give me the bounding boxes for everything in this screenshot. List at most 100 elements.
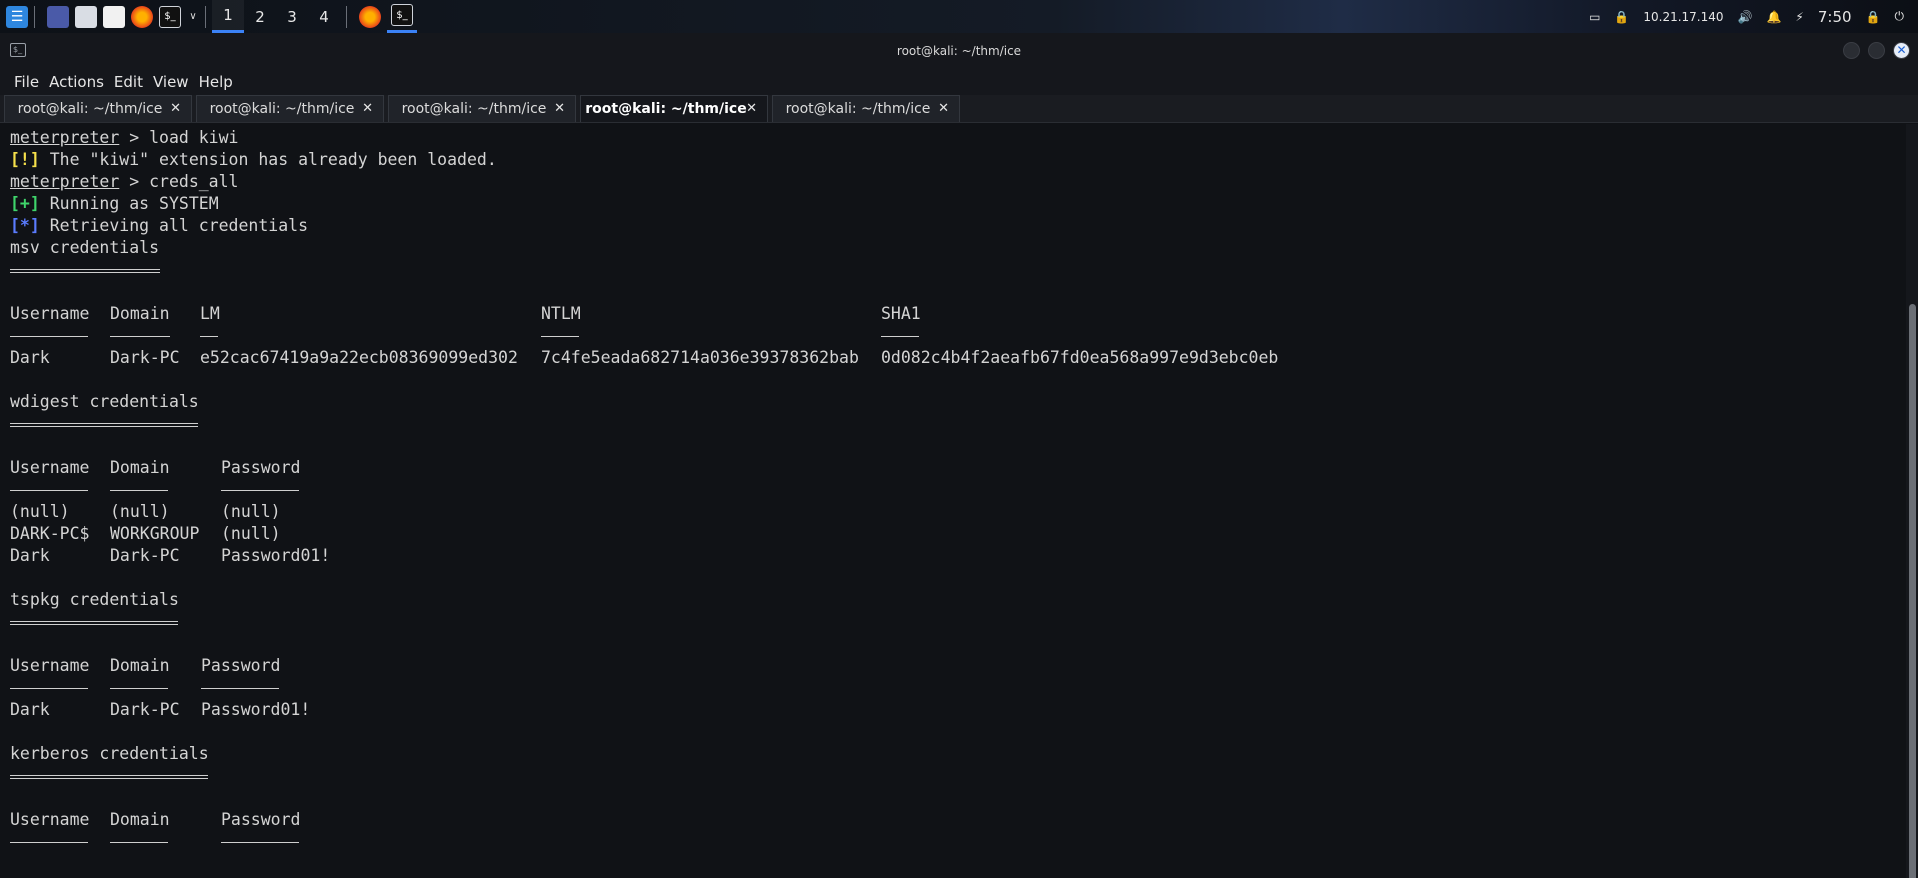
vpn-lock-icon[interactable]: 🔒 bbox=[1614, 10, 1629, 24]
window-title: root@kali: ~/thm/ice bbox=[896, 43, 1022, 58]
kali-menu-icon[interactable]: ☰ bbox=[6, 5, 28, 28]
tab-label: root@kali: ~/thm/ice bbox=[785, 101, 931, 117]
col-password: Password bbox=[201, 656, 281, 675]
minimize-button[interactable] bbox=[1843, 42, 1860, 59]
workspace-3[interactable]: 3 bbox=[276, 0, 308, 33]
menu-file[interactable]: File bbox=[0, 73, 49, 91]
col-lm: LM bbox=[200, 304, 220, 323]
maximize-button[interactable] bbox=[1868, 42, 1885, 59]
table-header-underline bbox=[10, 479, 1896, 501]
tab-bar: root@kali: ~/thm/ice ✕ root@kali: ~/thm/i… bbox=[0, 95, 1918, 123]
cell-username: Dark bbox=[10, 348, 50, 367]
cell-password: Password01! bbox=[221, 546, 331, 565]
table-header: Username Domain Password bbox=[10, 655, 1896, 677]
window-controls: ✕ bbox=[1843, 42, 1910, 59]
panel-separator bbox=[205, 5, 206, 28]
table-header: Username Domain Password bbox=[10, 809, 1896, 831]
ok-text: Running as SYSTEM bbox=[39, 194, 219, 213]
cell-domain: Dark-PC bbox=[110, 348, 180, 367]
cell-domain: (null) bbox=[110, 502, 170, 521]
window-terminal-icon[interactable]: $_ bbox=[10, 43, 26, 57]
section-title: wdigest credentials bbox=[10, 392, 199, 411]
warning-line: [!] The "kiwi" extension has already bee… bbox=[10, 149, 1896, 171]
tab-close-icon[interactable]: ✕ bbox=[746, 101, 757, 116]
text-editor-icon[interactable] bbox=[103, 5, 125, 28]
table-header: Username Domain LM NTLM SHA1 bbox=[10, 303, 1896, 325]
close-button[interactable]: ✕ bbox=[1893, 42, 1910, 59]
terminal-output[interactable]: meterpreter > load kiwi [!] The "kiwi" e… bbox=[0, 124, 1906, 878]
tab-close-icon[interactable]: ✕ bbox=[170, 101, 181, 116]
col-password: Password bbox=[221, 810, 301, 829]
tab-4-active[interactable]: root@kali: ~/thm/ice ✕ bbox=[580, 95, 768, 122]
tab-5[interactable]: root@kali: ~/thm/ice ✕ bbox=[772, 95, 960, 122]
table-row: Dark Dark-PC Password01! bbox=[10, 545, 1896, 567]
battery-icon[interactable]: ⚡ bbox=[1795, 10, 1803, 24]
notification-bell-icon[interactable]: 🔔 bbox=[1766, 10, 1781, 24]
firefox-task-icon[interactable] bbox=[359, 5, 381, 28]
warn-text: The "kiwi" extension has already been lo… bbox=[39, 150, 497, 169]
command: > creds_all bbox=[119, 172, 239, 191]
section-underline bbox=[10, 765, 1896, 787]
cell-password: (null) bbox=[221, 502, 281, 521]
terminal-task[interactable]: $_ bbox=[387, 0, 417, 33]
tab-close-icon[interactable]: ✕ bbox=[362, 101, 373, 116]
lock-screen-icon[interactable]: 🔒 bbox=[1866, 10, 1881, 24]
system-tray: ▭ 🔒 10.21.17.140 🔊 🔔 ⚡ 7:50 🔒 ⏻ bbox=[1589, 0, 1918, 33]
panel-separator bbox=[34, 5, 35, 28]
power-icon[interactable]: ⏻ bbox=[1895, 9, 1905, 24]
scrollbar-thumb[interactable] bbox=[1909, 304, 1916, 878]
menu-actions[interactable]: Actions bbox=[49, 73, 114, 91]
firefox-icon[interactable] bbox=[131, 5, 153, 28]
cell-username: (null) bbox=[10, 502, 70, 521]
display-icon[interactable]: ▭ bbox=[1589, 10, 1600, 24]
table-header-underline bbox=[10, 831, 1896, 853]
prompt: meterpreter bbox=[10, 128, 120, 147]
tab-2[interactable]: root@kali: ~/thm/ice ✕ bbox=[196, 95, 384, 122]
terminal-launcher-icon[interactable]: $_ bbox=[159, 5, 181, 28]
col-password: Password bbox=[221, 458, 301, 477]
top-panel: ☰ $_ ∨ 1 2 3 4 $_ ▭ 🔒 10.21.17.140 🔊 🔔 ⚡… bbox=[0, 0, 1918, 33]
cell-domain: Dark-PC bbox=[110, 546, 180, 565]
table-header-underline bbox=[10, 325, 1896, 347]
workspace-4[interactable]: 4 bbox=[308, 0, 340, 33]
info-text: Retrieving all credentials bbox=[39, 216, 309, 235]
window-titlebar[interactable]: $_ root@kali: ~/thm/ice ✕ bbox=[0, 33, 1918, 68]
file-manager-icon[interactable] bbox=[75, 5, 97, 28]
status-line: [+] Running as SYSTEM bbox=[10, 193, 1896, 215]
tab-label: root@kali: ~/thm/ice bbox=[17, 101, 163, 117]
table-row: Dark Dark-PC Password01! bbox=[10, 699, 1896, 721]
cell-domain: Dark-PC bbox=[110, 700, 180, 719]
workspace-1[interactable]: 1 bbox=[212, 0, 244, 33]
tab-1[interactable]: root@kali: ~/thm/ice ✕ bbox=[4, 95, 192, 122]
table-header: Username Domain Password bbox=[10, 457, 1896, 479]
table-row: DARK-PC$ WORKGROUP (null) bbox=[10, 523, 1896, 545]
section-title: kerberos credentials bbox=[10, 744, 209, 763]
cell-username: DARK-PC$ bbox=[10, 524, 90, 543]
clock[interactable]: 7:50 bbox=[1818, 8, 1852, 26]
menu-help[interactable]: Help bbox=[199, 73, 243, 91]
col-domain: Domain bbox=[110, 810, 170, 829]
cell-username: Dark bbox=[10, 700, 50, 719]
cell-password: (null) bbox=[221, 524, 281, 543]
volume-icon[interactable]: 🔊 bbox=[1738, 10, 1753, 24]
command-line: meterpreter > load kiwi bbox=[10, 127, 1896, 149]
tab-close-icon[interactable]: ✕ bbox=[938, 101, 949, 116]
terminal-scrollbar[interactable] bbox=[1906, 124, 1918, 878]
prompt: meterpreter bbox=[10, 172, 120, 191]
chevron-down-icon[interactable]: ∨ bbox=[187, 6, 199, 28]
warn-tag: [!] bbox=[10, 150, 40, 169]
col-username: Username bbox=[10, 656, 90, 675]
cell-lm: e52cac67419a9a22ecb08369099ed302 bbox=[200, 348, 518, 367]
menu-view[interactable]: View bbox=[153, 73, 199, 91]
desktop-icon[interactable] bbox=[47, 5, 69, 28]
tab-close-icon[interactable]: ✕ bbox=[554, 101, 565, 116]
tab-3[interactable]: root@kali: ~/thm/ice ✕ bbox=[388, 95, 576, 122]
workspace-2[interactable]: 2 bbox=[244, 0, 276, 33]
panel-separator bbox=[346, 5, 347, 28]
menu-edit[interactable]: Edit bbox=[114, 73, 153, 91]
